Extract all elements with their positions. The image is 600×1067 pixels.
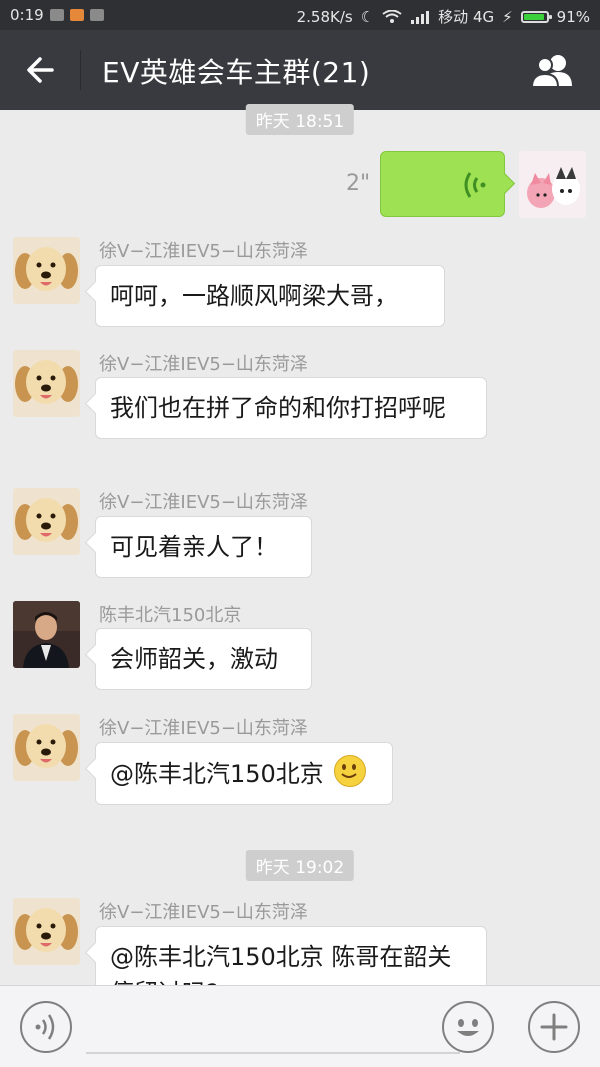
message-bubble[interactable]: 会师韶关，激动 [95,628,312,690]
wifi-icon [382,9,402,23]
message-text: @陈丰北汽150北京 [110,760,324,788]
avatar[interactable] [13,237,80,304]
dog-avatar-image [13,350,80,417]
group-members-icon[interactable] [528,52,578,88]
sender-name: 徐V−江淮IEV5−山东菏泽 [99,718,308,739]
voice-message-bubble[interactable] [380,151,505,217]
header-divider [80,50,81,90]
app-notification-icon [69,9,84,21]
voice-input-button[interactable] [20,1001,72,1053]
man-avatar-image [13,601,80,668]
status-time: 0:19 [10,6,44,24]
chat-title: EV英雄会车主群(21) [102,56,371,89]
add-attachment-button[interactable] [528,1001,580,1053]
dog-avatar-image [13,488,80,555]
message-bubble[interactable]: 我们也在拼了命的和你打招呼呢 [95,377,487,439]
network-speed: 2.58K/s [296,7,353,26]
message-text: 可见着亲人了！ [110,533,278,561]
message-bubble[interactable]: 可见着亲人了！ [95,516,312,578]
message-text: 呵呵，一路顺风啊梁大哥， [110,282,398,310]
dog-avatar-image [13,237,80,304]
emoji-button[interactable] [442,1001,494,1053]
battery-icon [520,10,552,23]
arrow-left-icon[interactable] [22,50,62,90]
carrier-label: 移动 4G [438,8,495,26]
signal-icon [411,10,430,24]
timestamp-1: 昨天 18:51 [245,104,355,135]
message-text: 会师韶关，激动 [110,645,278,673]
smiley-icon [457,1019,479,1036]
chat-input-bar [0,985,600,1067]
status-bar: 0:19 2.58K/s ☾ 移动 4G ⚡ 91% [0,0,600,30]
self-avatar[interactable] [519,151,586,218]
message-text: 我们也在拼了命的和你打招呼呢 [110,394,446,422]
smiley-emoji-icon [333,755,366,787]
sender-name: 徐V−江淮IEV5−山东菏泽 [99,241,308,262]
voice-duration: 2" [346,171,371,196]
avatar[interactable] [13,350,80,417]
voice-wave-icon [464,172,486,198]
message-input-field[interactable] [86,1052,460,1054]
voice-wave-icon [35,1014,55,1040]
battery-percent: 91% [556,7,590,26]
sender-name: 徐V−江淮IEV5−山东菏泽 [99,354,308,375]
avatar[interactable] [13,601,80,668]
message-notification-icon [89,9,104,21]
avatar[interactable] [13,488,80,555]
timestamp-2: 昨天 19:02 [245,850,355,881]
dog-avatar-image [13,898,80,965]
message-bubble[interactable]: 呵呵，一路顺风啊梁大哥， [95,265,445,327]
sender-name: 徐V−江淮IEV5−山东菏泽 [99,492,308,513]
message-bubble[interactable]: @陈丰北汽150北京 [95,742,393,805]
chat-header: EV英雄会车主群(21) [0,30,600,110]
sender-name: 陈丰北汽150北京 [99,605,242,626]
notification-icon [49,9,64,21]
charging-icon: ⚡ [502,7,513,26]
moon-icon: ☾ [360,7,375,26]
plus-icon [540,1013,568,1041]
sender-name: 徐V−江淮IEV5−山东菏泽 [99,902,308,923]
avatar[interactable] [13,898,80,965]
husky-doll-image [519,151,586,218]
avatar[interactable] [13,714,80,781]
dog-avatar-image [13,714,80,781]
